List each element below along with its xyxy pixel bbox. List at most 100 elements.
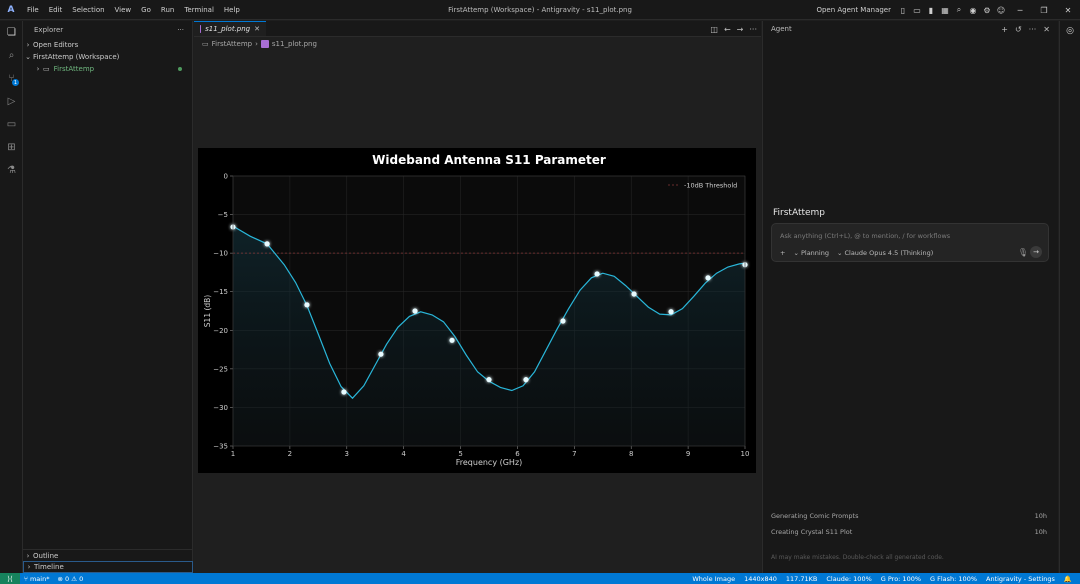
gemini-flash-quota-status[interactable]: G Flash: 100%: [930, 575, 977, 583]
workspace-section[interactable]: ⌄ FirstAttemp (Workspace): [23, 51, 192, 63]
marker-point: [523, 377, 529, 383]
breadcrumb-file[interactable]: s11_plot.png: [272, 40, 317, 48]
folder-item[interactable]: › ▭ FirstAttemp: [23, 63, 192, 75]
notifications-icon[interactable]: 🔔: [1064, 575, 1072, 583]
x-tick-label: 4: [401, 450, 406, 458]
agent-input-box[interactable]: Ask anything (Ctrl+L), @ to mention, / f…: [771, 223, 1049, 262]
chart-title: Wideband Antenna S11 Parameter: [372, 153, 606, 167]
more-editor-actions-icon[interactable]: ···: [749, 25, 757, 34]
history-item-age: 10h: [1034, 528, 1047, 536]
x-tick-label: 9: [686, 450, 690, 458]
x-tick-label: 7: [572, 450, 576, 458]
search-icon[interactable]: ⌕: [954, 5, 964, 15]
explorer-icon[interactable]: ❏: [0, 21, 23, 44]
menu-edit[interactable]: Edit: [44, 0, 68, 20]
model-dropdown[interactable]: ⌄ Claude Opus 4.5 (Thinking): [837, 249, 933, 257]
open-agent-manager-button[interactable]: Open Agent Manager: [816, 6, 891, 14]
accounts-icon[interactable]: ◉: [968, 5, 978, 15]
workspace-label: FirstAttemp (Workspace): [33, 53, 120, 61]
chevron-right-icon: ›: [26, 41, 30, 49]
y-tick-label: −15: [213, 288, 228, 296]
search-view-icon[interactable]: ⌕: [0, 44, 23, 67]
conversation-title: FirstAttemp: [773, 208, 826, 218]
branch-status[interactable]: ⑂ main*: [24, 575, 49, 583]
testing-flask-icon[interactable]: ⚗: [0, 159, 23, 182]
history-item[interactable]: Generating Comic Prompts 10h: [771, 512, 1047, 520]
folder-icon: ▭: [43, 65, 50, 73]
marker-point: [264, 241, 270, 247]
title-bar: A File Edit Selection View Go Run Termin…: [0, 0, 1080, 20]
breadcrumb: ▭ FirstAttemp › s11_plot.png: [194, 37, 761, 50]
open-editors-section[interactable]: › Open Editors: [23, 39, 192, 51]
settings-gear-icon[interactable]: ⚙: [982, 5, 992, 15]
history-item-title: Generating Comic Prompts: [771, 512, 859, 520]
menu-go[interactable]: Go: [136, 0, 156, 20]
menu-run[interactable]: Run: [156, 0, 179, 20]
source-control-icon[interactable]: ⑂ 1: [0, 67, 23, 90]
marker-point: [486, 377, 492, 383]
image-preview: 1 2 3 4 5 6 7 8 9 10 0 −5 −10 −15 −20 −25 −30 −35 Wideban…: [198, 148, 756, 473]
s11-chart: 1 2 3 4 5 6 7 8 9 10 0 −5 −10 −15 −20 −25 −30 −35 Wideban…: [203, 153, 749, 467]
x-tick-label: 3: [345, 450, 349, 458]
menu-help[interactable]: Help: [219, 0, 245, 20]
breadcrumb-folder[interactable]: FirstAttemp: [212, 40, 252, 48]
layout-icon[interactable]: ▦: [940, 5, 950, 15]
toggle-secondary-sidebar-icon[interactable]: ▮: [926, 5, 936, 15]
mode-label: Planning: [800, 249, 829, 257]
breadcrumb-folder-icon: ▭: [202, 39, 209, 48]
go-back-icon[interactable]: ←: [724, 25, 731, 34]
menu-bar: File Edit Selection View Go Run Terminal…: [22, 0, 245, 20]
marker-point: [412, 308, 418, 314]
toggle-panel-icon[interactable]: ▭: [912, 5, 922, 15]
zoom-status[interactable]: Whole Image: [692, 575, 735, 583]
marker-point: [631, 291, 637, 297]
tab-s11-plot[interactable]: s11_plot.png ✕: [194, 21, 266, 36]
close-window-icon[interactable]: ✕: [1056, 6, 1080, 15]
marker-point: [304, 302, 310, 308]
x-tick-label: 1: [231, 450, 235, 458]
menu-view[interactable]: View: [110, 0, 137, 20]
toggle-sidebar-icon[interactable]: ▯: [898, 5, 908, 15]
outline-section[interactable]: › Outline: [23, 549, 193, 561]
microphone-icon[interactable]: 🎙: [1018, 248, 1028, 257]
menu-selection[interactable]: Selection: [67, 0, 109, 20]
claude-quota-status[interactable]: Claude: 100%: [826, 575, 871, 583]
mode-dropdown[interactable]: ⌄ Planning: [793, 249, 829, 257]
chevron-right-icon: ›: [26, 551, 30, 560]
split-editor-icon[interactable]: ◫: [710, 25, 718, 34]
new-chat-icon[interactable]: +: [1001, 25, 1008, 34]
timeline-section[interactable]: › Timeline: [23, 561, 193, 573]
run-debug-icon[interactable]: ▷: [0, 90, 23, 113]
gemini-pro-quota-status[interactable]: G Pro: 100%: [881, 575, 921, 583]
editor-area: s11_plot.png ✕ ◫ ← → ··· ▭ FirstAttemp ›…: [194, 21, 761, 573]
remote-indicator-icon[interactable]: ⟩⟨: [0, 573, 20, 584]
send-button[interactable]: →: [1030, 246, 1042, 258]
menu-terminal[interactable]: Terminal: [179, 0, 219, 20]
add-context-icon[interactable]: +: [780, 249, 785, 257]
extensions-icon[interactable]: ⊞: [0, 136, 23, 159]
menu-file[interactable]: File: [22, 0, 44, 20]
image-file-icon: [200, 25, 202, 33]
history-item[interactable]: Creating Crystal S11 Plot 10h: [771, 528, 1047, 536]
history-item-title: Creating Crystal S11 Plot: [771, 528, 853, 536]
more-agent-actions-icon[interactable]: ···: [1029, 25, 1037, 34]
y-tick-label: −30: [213, 404, 228, 412]
problems-status[interactable]: ⊗ 0 ⚠ 0: [57, 575, 83, 583]
x-tick-label: 8: [629, 450, 633, 458]
more-actions-icon[interactable]: ···: [177, 26, 184, 34]
go-forward-icon[interactable]: →: [737, 25, 744, 34]
timeline-label: Timeline: [34, 563, 64, 571]
agent-bot-icon[interactable]: ◎: [1060, 21, 1080, 41]
restore-icon[interactable]: ❐: [1032, 6, 1056, 15]
minimize-icon[interactable]: ─: [1008, 6, 1032, 15]
settings-status[interactable]: Antigravity - Settings: [986, 575, 1055, 583]
source-control-badge: 1: [12, 79, 19, 86]
history-icon[interactable]: ↺: [1015, 25, 1022, 34]
close-tab-icon[interactable]: ✕: [254, 25, 260, 33]
y-tick-label: −25: [213, 365, 228, 373]
avatar-icon[interactable]: ☺: [996, 5, 1006, 15]
activity-bar: ❏ ⌕ ⑂ 1 ▷ ▭ ⊞ ⚗: [0, 21, 23, 573]
remote-explorer-icon[interactable]: ▭: [0, 113, 23, 136]
close-panel-icon[interactable]: ✕: [1043, 25, 1050, 34]
x-tick-label: 6: [515, 450, 520, 458]
